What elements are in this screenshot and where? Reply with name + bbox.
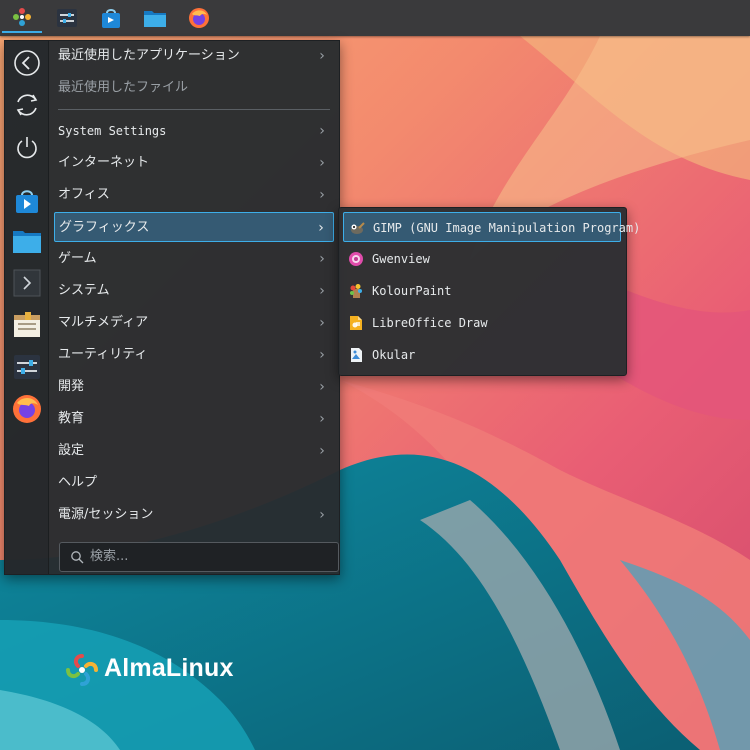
- category-label: マルチメディア: [58, 315, 149, 330]
- search-field[interactable]: 検索...: [59, 542, 339, 572]
- chevron-right-icon: ›: [319, 315, 325, 331]
- chevron-right-icon: ›: [319, 411, 325, 427]
- submenu-item-gwenview[interactable]: Gwenview: [343, 244, 621, 274]
- firefox-icon[interactable]: [179, 2, 219, 33]
- chevron-right-icon: ›: [319, 251, 325, 267]
- chevron-right-icon: ›: [319, 347, 325, 363]
- submenu-item-kolourpaint[interactable]: KolourPaint: [343, 276, 621, 306]
- graphics-submenu: GIMP (GNU Image Manipulation Program) Gw…: [338, 207, 640, 376]
- menu-separator: [58, 109, 330, 110]
- okular-icon: [351, 348, 362, 362]
- favorites-sidebar: [5, 41, 49, 574]
- category-recent-files[interactable]: 最近使用したファイル: [54, 73, 334, 103]
- category-label: 開発: [58, 379, 85, 394]
- archive-icon[interactable]: [11, 309, 43, 341]
- submenu-item-okular[interactable]: Okular: [343, 340, 621, 370]
- back-icon[interactable]: [11, 47, 43, 79]
- chevron-right-icon: ›: [319, 443, 325, 459]
- submenu-item-label: Okular: [372, 348, 416, 362]
- chevron-right-icon: ›: [319, 155, 325, 171]
- submenu-item-label: GIMP (GNU Image Manipulation Program): [373, 221, 641, 235]
- category-recent-applications[interactable]: 最近使用したアプリケーション ›: [54, 41, 334, 71]
- category-label: 教育: [58, 411, 85, 426]
- category-label: 最近使用したファイル: [58, 80, 189, 95]
- category-settings[interactable]: 設定 ›: [54, 436, 334, 466]
- category-education[interactable]: 教育 ›: [54, 404, 334, 434]
- system-settings-icon[interactable]: [47, 2, 87, 33]
- category-label: 設定: [58, 443, 85, 458]
- almalinux-logo-icon: [66, 654, 98, 686]
- firefox-icon[interactable]: [11, 393, 43, 425]
- gwenview-icon: [349, 252, 363, 266]
- search-icon: [71, 551, 84, 564]
- category-multimedia[interactable]: マルチメディア ›: [54, 308, 334, 338]
- restart-icon[interactable]: [11, 89, 43, 121]
- chevron-right-icon: ›: [319, 48, 325, 64]
- application-menu: 最近使用したアプリケーション › 最近使用したファイル System Setti…: [4, 40, 340, 575]
- category-label: ヘルプ: [58, 475, 98, 490]
- search-input[interactable]: 検索...: [90, 543, 128, 571]
- chevron-right-icon: ›: [319, 187, 325, 203]
- chevron-right-icon: ›: [317, 123, 327, 139]
- submenu-item-label: KolourPaint: [372, 284, 452, 298]
- system-settings-icon[interactable]: [11, 351, 43, 383]
- almalinux-menu-icon[interactable]: [2, 2, 42, 33]
- discover-store-icon[interactable]: [91, 2, 131, 33]
- category-label: ゲーム: [58, 251, 97, 266]
- gimp-icon: [351, 222, 365, 234]
- category-power-session[interactable]: 電源/セッション ›: [54, 500, 334, 530]
- category-label: ユーティリティ: [58, 347, 148, 362]
- logo-text: AlmaLinux: [104, 654, 234, 682]
- chevron-right-icon: ›: [319, 379, 325, 395]
- submenu-item-label: LibreOffice Draw: [372, 316, 488, 330]
- chevron-right-icon: ›: [318, 220, 324, 236]
- category-label: 電源/セッション: [58, 507, 154, 522]
- category-label: システム: [58, 283, 110, 298]
- chevron-right-icon: ›: [319, 283, 325, 299]
- category-label: 最近使用したアプリケーション: [58, 48, 240, 63]
- file-manager-icon[interactable]: [11, 225, 43, 257]
- file-manager-icon[interactable]: [135, 2, 175, 33]
- libreoffice-draw-icon: [350, 316, 362, 330]
- category-development[interactable]: 開発 ›: [54, 372, 334, 402]
- taskbar: [0, 0, 750, 36]
- category-office[interactable]: オフィス ›: [54, 180, 334, 210]
- discover-store-icon[interactable]: [11, 185, 43, 217]
- chevron-right-icon: ›: [319, 507, 325, 523]
- submenu-item-libreoffice-draw[interactable]: LibreOffice Draw: [343, 308, 621, 338]
- category-label: System Settings: [58, 124, 167, 138]
- terminal-icon[interactable]: [11, 267, 43, 299]
- category-system[interactable]: システム ›: [54, 276, 334, 306]
- submenu-item-label: Gwenview: [372, 252, 430, 266]
- category-graphics[interactable]: グラフィックス ›: [54, 212, 334, 242]
- category-help[interactable]: ヘルプ: [54, 468, 334, 498]
- submenu-item-gimp[interactable]: GIMP (GNU Image Manipulation Program): [343, 212, 640, 242]
- category-label: オフィス: [58, 187, 110, 202]
- category-internet[interactable]: インターネット ›: [54, 148, 334, 178]
- category-system-settings[interactable]: System Settings ›: [54, 116, 334, 146]
- power-icon[interactable]: [11, 131, 43, 163]
- almalinux-logo: AlmaLinux: [64, 652, 233, 688]
- category-label: グラフィックス: [59, 220, 150, 235]
- category-games[interactable]: ゲーム ›: [54, 244, 334, 274]
- category-utilities[interactable]: ユーティリティ ›: [54, 340, 334, 370]
- kolourpaint-icon: [350, 284, 362, 298]
- category-label: インターネット: [58, 155, 150, 170]
